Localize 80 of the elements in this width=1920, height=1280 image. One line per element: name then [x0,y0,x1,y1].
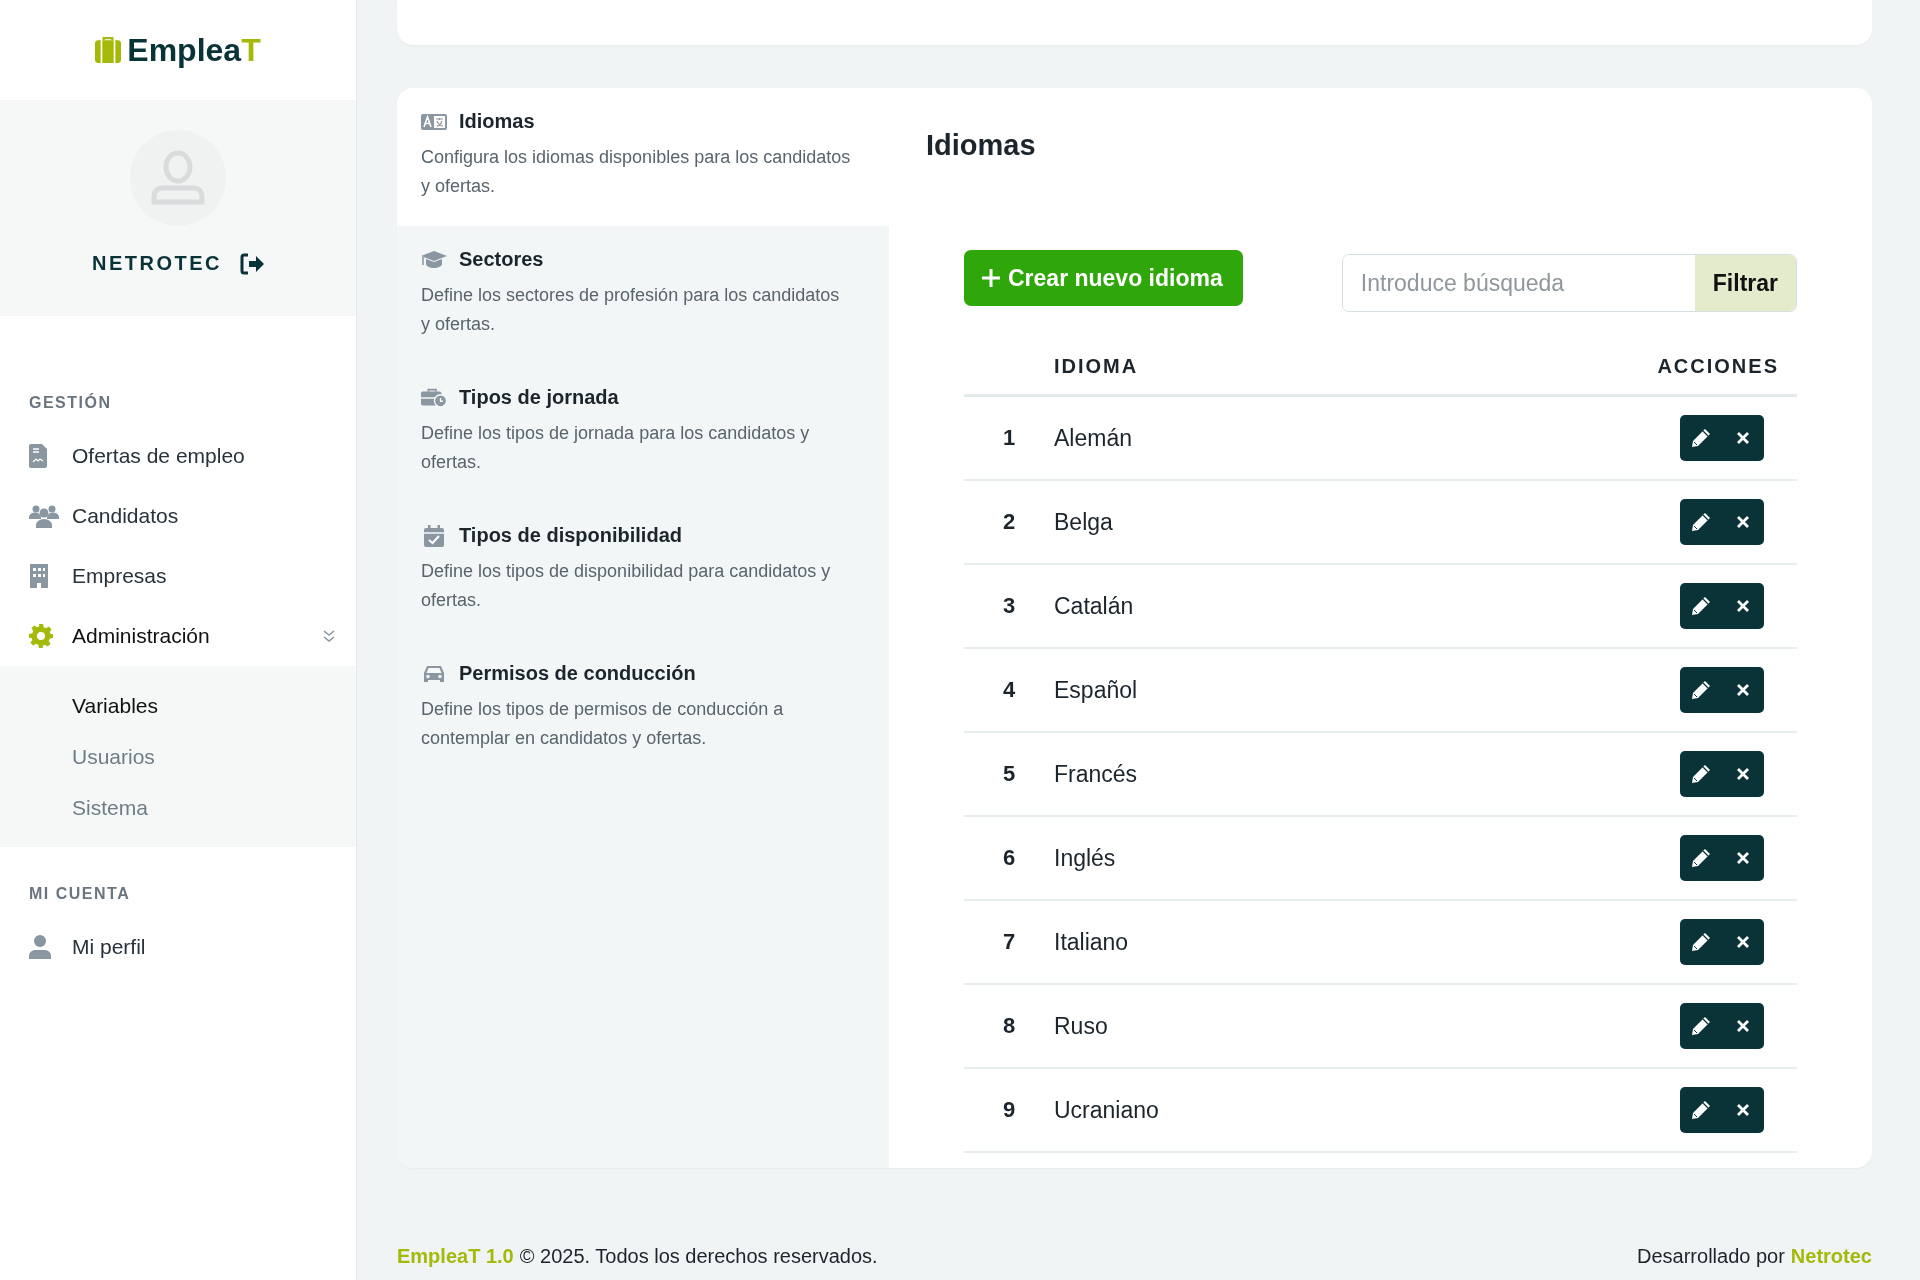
item-description: Configura los idiomas disponibles para los candidatos y ofertas. [421,146,852,198]
row-number: 5 [1002,761,1016,786]
submenu-item[interactable]: Usuarios [0,731,356,782]
search-field[interactable]: Introduce búsqueda Filtrar [1341,254,1797,312]
users-icon [29,504,59,528]
section-heading: GESTIÓN [28,394,113,412]
nav-item[interactable]: Empresas [0,546,356,606]
close-icon [1736,767,1750,781]
column-header: IDIOMA [1054,354,1139,377]
section-heading: MI CUENTA [28,885,132,903]
nav-item[interactable]: Mi perfil [0,917,356,977]
language-name: Belga [1054,508,1113,535]
row-number: 4 [1002,677,1016,702]
item-description: Define los tipos de disponibilidad para candidatos y ofertas. [421,560,832,612]
car-icon [422,663,446,684]
language-name: Ruso [1054,1012,1108,1039]
nav-item[interactable]: Administración [0,606,356,666]
briefcase-clock-icon [421,387,447,408]
nav-item[interactable]: Ofertas de empleo [0,426,356,486]
credit-text: Desarrollado por [1637,1245,1785,1268]
close-icon [1736,851,1750,865]
row-number: 1 [1002,425,1016,450]
item-title: Permisos de conducción [459,662,696,685]
close-icon [1736,935,1750,949]
language-name: Francés [1054,760,1138,787]
copyright-text: © 2025. Todos los derechos reservados. [519,1245,878,1268]
filter-button[interactable]: Filtrar [1694,255,1796,311]
item-description: Define los tipos de jornada para los candidatos y ofertas. [421,422,811,474]
row-number: 7 [1002,929,1016,954]
pencil-icon [1691,932,1711,952]
item-title: Sectores [459,248,544,271]
close-icon [1736,515,1750,529]
calendar-check-icon [424,524,444,547]
language-name: Inglés [1054,844,1116,871]
building-icon [29,564,49,588]
submenu-item[interactable]: Sistema [0,782,356,833]
item-title: Tipos de disponibilidad [459,524,682,547]
row-number: 9 [1002,1097,1016,1122]
language-name: Italiano [1054,928,1129,955]
settings-menu-item[interactable]: Idiomas Configura los idiomas disponibles para los candidatos y ofertas. [397,88,889,226]
user-name: NETROTEC [92,252,222,275]
pencil-icon [1691,848,1711,868]
submenu-item[interactable]: Variables [0,680,356,731]
close-icon [1736,1103,1750,1117]
plus-icon [982,269,1000,287]
person-icon [29,935,51,959]
item-description: Define los tipos de permisos de conducción a contemplar en candidatos y ofertas. [421,698,785,750]
briefcase-icon [95,37,122,63]
page-heading: Idiomas [926,128,1037,162]
close-icon [1736,683,1750,697]
pencil-icon [1691,764,1711,784]
language-name: Catalán [1054,592,1134,619]
close-icon [1736,431,1750,445]
row-number: 2 [1002,509,1016,534]
item-title: Tipos de jornada [459,386,619,409]
graduation-cap-icon [421,250,447,269]
pencil-icon [1691,512,1711,532]
close-icon [1736,1019,1750,1033]
pencil-icon [1691,596,1711,616]
row-number: 3 [1002,593,1016,618]
logo-text: EmpleaT [127,31,261,69]
column-header: ACCIONES [1657,354,1779,377]
pencil-icon [1691,428,1711,448]
language-name: Alemán [1054,424,1132,451]
document-icon [29,444,49,468]
item-title: Idiomas [459,110,535,133]
pencil-icon [1691,680,1711,700]
pencil-icon [1691,1100,1711,1120]
language-name: Ucraniano [1054,1096,1159,1123]
nav-item[interactable]: Candidatos [0,486,356,546]
item-description: Define los sectores de profesión para los candidatos y ofertas. [421,284,841,336]
chevron-icon[interactable] [322,629,336,643]
logout-icon[interactable] [240,252,264,275]
language-name: Español [1054,676,1138,703]
close-icon [1736,599,1750,613]
row-number: 8 [1002,1013,1016,1038]
pencil-icon [1691,1016,1711,1036]
translate-icon [421,113,447,130]
gear-icon [29,624,53,648]
row-number: 6 [1002,845,1016,870]
